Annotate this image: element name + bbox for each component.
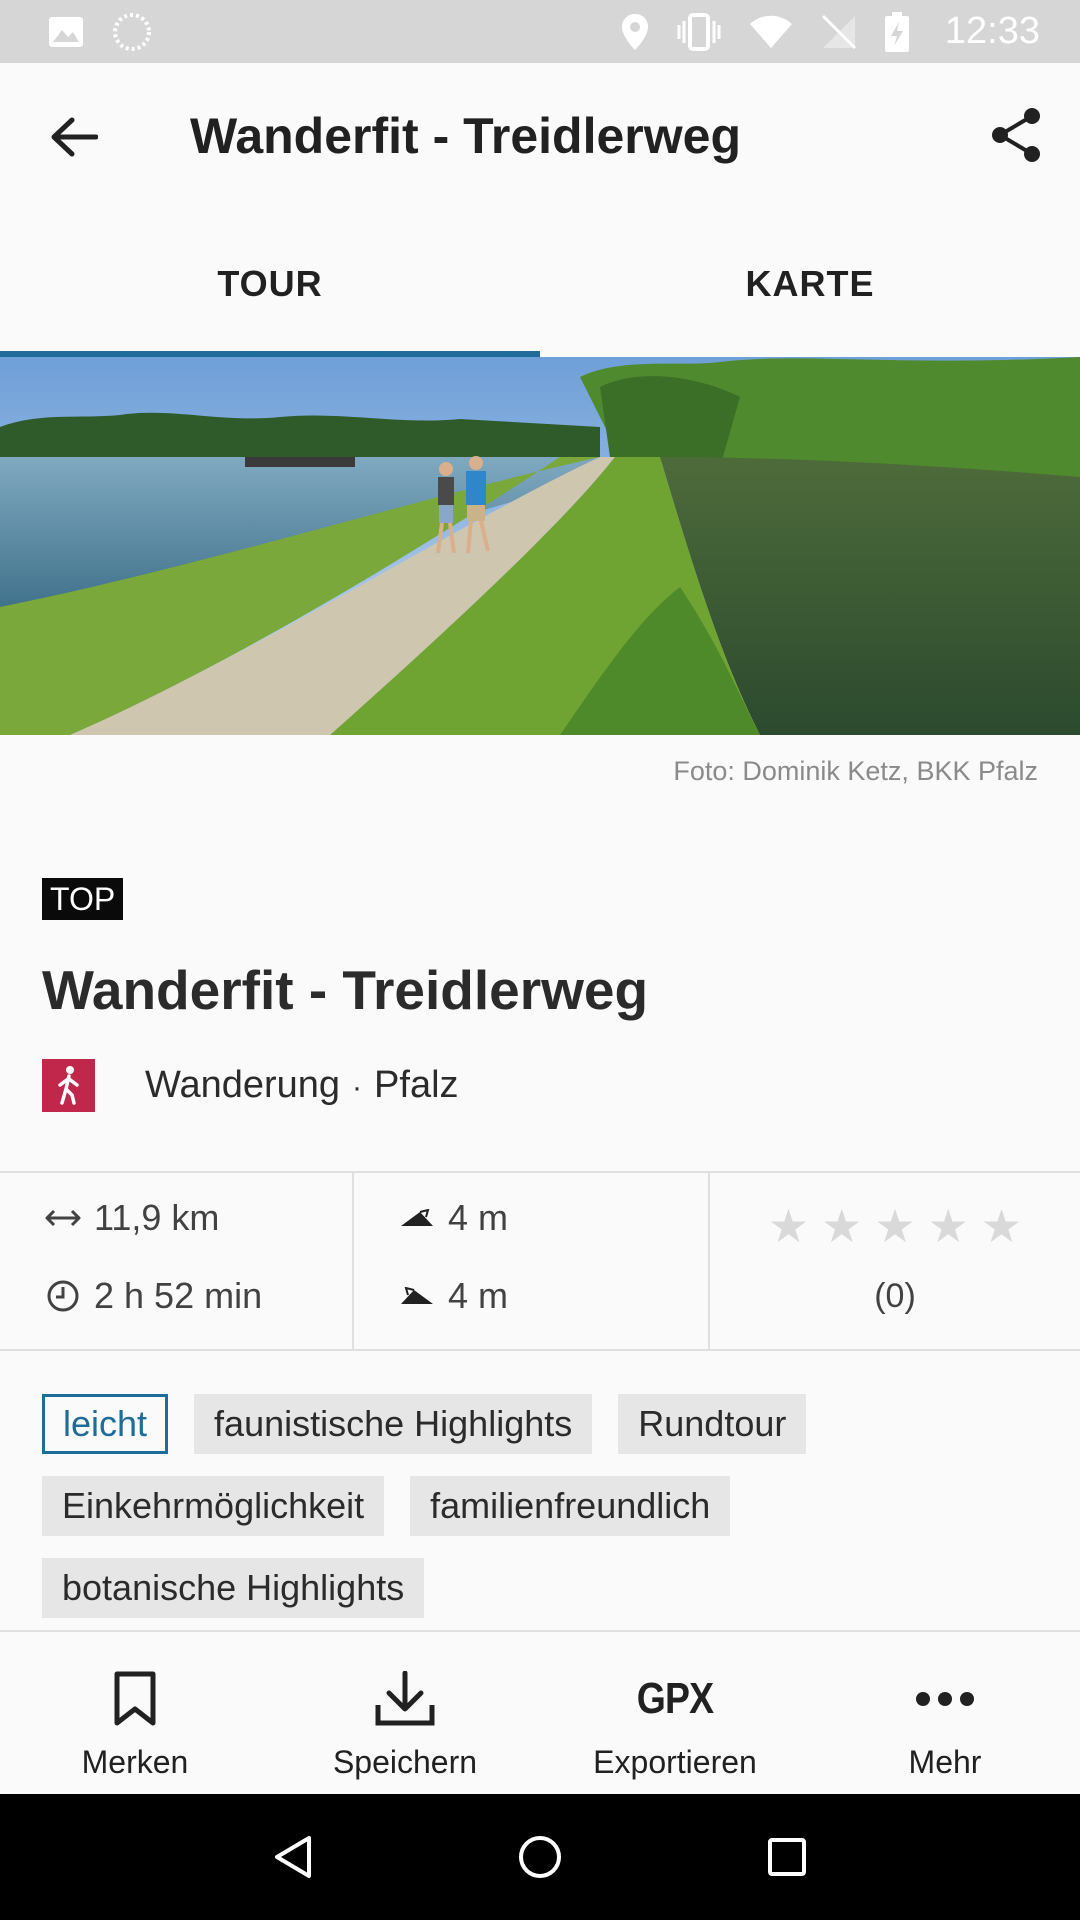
tag-chip[interactable]: botanische Highlights xyxy=(42,1558,425,1618)
circle-home-icon xyxy=(518,1836,561,1878)
duration-stat: 2 h 52 min xyxy=(44,1275,262,1317)
status-time: 12:33 xyxy=(944,10,1040,52)
wifi-icon xyxy=(749,15,793,49)
gpx-icon-text: GPX xyxy=(636,1674,714,1723)
top-badge: TOP xyxy=(42,878,124,920)
triangle-back-icon xyxy=(275,1836,312,1878)
back-button[interactable] xyxy=(44,109,104,165)
app-bar: Wanderfit - Treidlerweg xyxy=(0,63,1080,211)
tab-karte[interactable]: KARTE xyxy=(540,211,1080,357)
stats-grid: 11,9 km 2 h 52 min 4 m 4 m ★ ★ ★ ★ ★ (0) xyxy=(0,1171,1080,1351)
page-title: Wanderfit - Treidlerweg xyxy=(190,108,742,164)
tag-chip[interactable]: familienfreundlich xyxy=(410,1476,731,1536)
mehr-label: Mehr xyxy=(908,1744,982,1780)
ascent-stat: 4 m xyxy=(398,1197,508,1239)
exportieren-label: Exportieren xyxy=(593,1744,757,1780)
descent-stat: 4 m xyxy=(398,1275,508,1317)
stats-rating[interactable]: ★ ★ ★ ★ ★ (0) xyxy=(710,1173,1080,1349)
square-recents-icon xyxy=(767,1838,806,1876)
exportieren-button[interactable]: GPX Exportieren xyxy=(540,1632,810,1794)
more-dots-icon xyxy=(915,1662,975,1736)
difficulty-tag[interactable]: leicht xyxy=(42,1394,169,1454)
rating-count: (0) xyxy=(874,1277,916,1315)
speichern-label: Speichern xyxy=(332,1744,478,1780)
action-bar: Merken Speichern GPX Exportieren Mehr xyxy=(0,1630,1080,1794)
merken-label: Merken xyxy=(81,1744,189,1780)
arrow-left-icon xyxy=(51,117,98,157)
star-icon: ★ xyxy=(927,1200,969,1252)
merken-button[interactable]: Merken xyxy=(0,1632,270,1794)
nav-home-button[interactable] xyxy=(500,1817,580,1897)
share-icon xyxy=(992,108,1040,162)
star-icon: ★ xyxy=(980,1200,1023,1252)
tag-list: leicht faunistische Highlights Rundtour … xyxy=(42,1394,1042,1618)
download-icon xyxy=(375,1662,435,1736)
duration-value: 2 h 52 min xyxy=(94,1275,263,1316)
gpx-icon: GPX xyxy=(630,1662,720,1736)
image-icon xyxy=(48,16,84,48)
speichern-button[interactable]: Speichern xyxy=(270,1632,540,1794)
loading-icon xyxy=(112,12,152,52)
mehr-button[interactable]: Mehr xyxy=(810,1632,1080,1794)
tab-bar: TOUR KARTE xyxy=(0,211,1080,357)
ascent-icon xyxy=(398,1209,436,1227)
tab-tour[interactable]: TOUR xyxy=(0,211,540,357)
descent-value: 4 m xyxy=(448,1275,509,1316)
photo-caption: Foto: Dominik Ketz, BKK Pfalz xyxy=(673,756,1038,786)
status-bar: 12:33 xyxy=(0,0,1080,63)
hiking-icon xyxy=(42,1058,95,1112)
descent-icon xyxy=(398,1287,436,1305)
no-sim-icon xyxy=(821,14,857,50)
star-icon: ★ xyxy=(874,1200,916,1252)
category-label: Wanderung xyxy=(145,1063,341,1106)
tag-chip[interactable]: Rundtour xyxy=(618,1394,807,1454)
tag-chip[interactable]: faunistische Highlights xyxy=(194,1394,593,1454)
hero-photo xyxy=(0,357,1080,735)
clock-icon xyxy=(44,1279,82,1313)
nav-recents-button[interactable] xyxy=(747,1817,827,1897)
tag-chip[interactable]: Einkehrmöglichkeit xyxy=(42,1476,385,1536)
bookmark-icon xyxy=(113,1662,157,1736)
vibrate-icon xyxy=(677,12,721,51)
distance-stat: 11,9 km xyxy=(44,1197,219,1239)
ascent-value: 4 m xyxy=(448,1197,509,1238)
stats-elevation: 4 m 4 m xyxy=(354,1173,710,1349)
stats-distance-duration: 11,9 km 2 h 52 min xyxy=(0,1173,354,1349)
system-nav-bar xyxy=(0,1794,1080,1920)
star-icon: ★ xyxy=(821,1200,863,1252)
share-button[interactable] xyxy=(984,103,1048,167)
distance-value: 11,9 km xyxy=(94,1197,220,1238)
nav-back-button[interactable] xyxy=(253,1817,333,1897)
tour-title: Wanderfit - Treidlerweg xyxy=(42,959,649,1021)
battery-icon xyxy=(884,11,909,52)
category-separator: · xyxy=(352,1070,363,1104)
star-icon: ★ xyxy=(767,1200,810,1252)
category-row: Wanderung · Pfalz xyxy=(42,1058,459,1112)
distance-icon xyxy=(44,1208,82,1228)
location-icon xyxy=(621,13,649,51)
category-text: Wanderung · Pfalz xyxy=(145,1064,459,1107)
rating-stars[interactable]: ★ ★ ★ ★ ★ xyxy=(710,1199,1080,1253)
region-label: Pfalz xyxy=(374,1063,459,1106)
